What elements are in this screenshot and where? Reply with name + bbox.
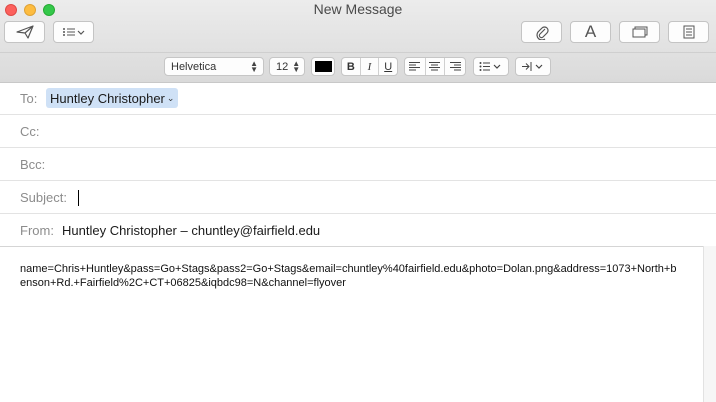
align-center-icon bbox=[429, 62, 441, 71]
subject-input[interactable] bbox=[78, 189, 682, 209]
subject-field: Subject: bbox=[0, 181, 716, 214]
list-style-button[interactable] bbox=[473, 57, 509, 76]
font-family-value: Helvetica bbox=[171, 60, 217, 73]
bullet-list-chevron-icon bbox=[479, 62, 501, 71]
alignment-group bbox=[404, 57, 466, 76]
subject-label: Subject: bbox=[20, 190, 67, 205]
toolbar: New Message A Helvetica ▲ ▼ 12 ▲ ▼ B I U bbox=[0, 0, 716, 83]
updown-arrows-icon: ▲ ▼ bbox=[250, 58, 258, 74]
font-a-icon: A bbox=[584, 22, 597, 41]
from-label: From: bbox=[20, 223, 54, 238]
chevron-down-icon: ⌄ bbox=[166, 92, 175, 103]
align-right-icon bbox=[449, 62, 461, 71]
toolbar-divider bbox=[0, 52, 716, 53]
photo-browser-button[interactable] bbox=[619, 21, 660, 43]
align-left-icon bbox=[409, 62, 421, 71]
message-body[interactable]: name=Chris+Huntley&pass=Go+Stags&pass2=G… bbox=[0, 246, 703, 402]
stationery-button[interactable] bbox=[668, 21, 709, 43]
list-chevron-icon bbox=[62, 28, 84, 36]
attach-button[interactable] bbox=[521, 21, 562, 43]
cc-input[interactable] bbox=[55, 123, 679, 143]
font-family-select[interactable]: Helvetica ▲ ▼ bbox=[164, 57, 264, 76]
bcc-field: Bcc: bbox=[0, 148, 716, 181]
to-label: To: bbox=[20, 91, 38, 106]
send-button[interactable] bbox=[4, 21, 45, 43]
underline-button[interactable]: U bbox=[379, 58, 397, 75]
font-size-select[interactable]: 12 ▲ ▼ bbox=[269, 57, 305, 76]
mail-compose-window: New Message A Helvetica ▲ ▼ 12 ▲ ▼ B I U… bbox=[0, 0, 716, 402]
cc-label: Cc: bbox=[20, 124, 40, 139]
stationery-icon bbox=[683, 25, 694, 39]
text-color-button[interactable] bbox=[311, 57, 335, 76]
color-swatch bbox=[314, 61, 332, 72]
font-size-value: 12 bbox=[276, 60, 289, 73]
text-caret bbox=[78, 190, 79, 206]
updown-arrows-icon: ▲ ▼ bbox=[292, 58, 301, 74]
paperclip-icon bbox=[535, 26, 549, 40]
indent-chevron-icon bbox=[522, 62, 543, 71]
bcc-input[interactable] bbox=[60, 156, 684, 176]
paper-plane-icon bbox=[15, 25, 34, 39]
recipient-name: Huntley Christopher bbox=[50, 90, 165, 106]
recipient-token[interactable]: Huntley Christopher ⌄ bbox=[46, 88, 179, 108]
from-select[interactable]: Huntley Christopher – chuntley@fairfield… bbox=[62, 223, 320, 238]
format-toggle-button[interactable]: A bbox=[570, 21, 611, 43]
bold-button[interactable]: B bbox=[342, 58, 361, 75]
from-field: From: Huntley Christopher – chuntley@fai… bbox=[0, 214, 716, 247]
align-right-button[interactable] bbox=[445, 58, 465, 75]
body-scrollbar[interactable] bbox=[703, 246, 716, 402]
italic-button[interactable]: I bbox=[361, 58, 380, 75]
align-left-button[interactable] bbox=[405, 58, 426, 75]
indent-button[interactable] bbox=[515, 57, 551, 76]
align-center-button[interactable] bbox=[426, 58, 446, 75]
bcc-label: Bcc: bbox=[20, 157, 46, 172]
to-field: To: Huntley Christopher ⌄ bbox=[0, 82, 716, 115]
window-title: New Message bbox=[313, 1, 403, 17]
text-style-group: B I U bbox=[341, 57, 398, 76]
body-text: name=Chris+Huntley&pass=Go+Stags&pass2=G… bbox=[20, 263, 677, 289]
cc-field: Cc: bbox=[0, 115, 716, 148]
photo-browser-icon bbox=[632, 26, 647, 38]
header-fields-button[interactable] bbox=[53, 21, 94, 43]
